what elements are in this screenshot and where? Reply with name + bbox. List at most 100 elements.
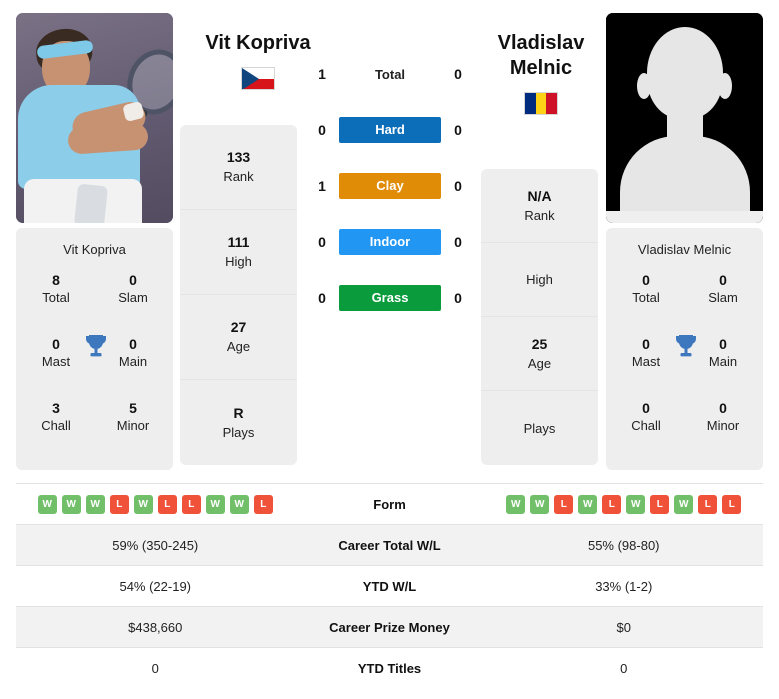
form-badge-loss[interactable]: L — [157, 494, 177, 514]
form-badge-win[interactable]: W — [229, 494, 249, 514]
h2h-row-clay: 1 Clay 0 — [305, 172, 475, 200]
right-slam-value: 0 — [719, 272, 727, 288]
left-high-cell: 111 High — [180, 210, 297, 295]
right-minor-titles: 0 Minor — [687, 399, 759, 435]
right-rank-label: Rank — [524, 207, 555, 223]
right-rank-card: N/A Rank High 25 Age Plays — [481, 169, 598, 465]
left-chall-value: 3 — [52, 400, 60, 416]
left-slam-titles: 0 Slam — [97, 271, 169, 307]
form-badge-loss[interactable]: L — [698, 494, 718, 514]
left-form-strip: WWWLWLLWWL — [16, 494, 295, 514]
h2h-row-grass: 0 Grass 0 — [305, 284, 475, 312]
h2h-label-grass[interactable]: Grass — [339, 285, 441, 311]
right-total-label: Total — [632, 290, 660, 305]
left-ytd-w-l-cell: 54% (22-19) — [16, 565, 295, 607]
right-career-prize-money-cell: $0 — [484, 606, 763, 648]
right-card-player-name: Vladislav Melnic — [637, 242, 732, 257]
h2h-row-hard: 0 Hard 0 — [305, 116, 475, 144]
romania-flag-icon — [524, 92, 558, 115]
h2h-right-score: 0 — [454, 178, 462, 194]
player-arm-right — [67, 122, 149, 155]
right-career-total-w-l-cell: 55% (98-80) — [484, 524, 763, 566]
right-plays-cell: Plays — [481, 391, 598, 465]
h2h-right-score: 0 — [454, 290, 462, 306]
form-badge-win[interactable]: W — [578, 494, 598, 514]
form-badge-loss[interactable]: L — [554, 494, 574, 514]
right-player-name-line1[interactable]: Vladislav — [466, 31, 616, 56]
form-badge-loss[interactable]: L — [109, 494, 129, 514]
head-to-head-column: 1 Total 0 0 Hard 0 1 Clay 0 0 Indoor 0 0 Grass 0 — [305, 60, 475, 312]
flag-stripe-yellow — [535, 93, 547, 114]
right-rank-value: N/A — [527, 187, 552, 204]
left-age-value: 27 — [230, 319, 247, 335]
left-high-label: High — [225, 254, 252, 269]
right-slam-titles: 0 Slam — [687, 271, 759, 307]
form-badge-win[interactable]: W — [530, 494, 550, 514]
left-career-total-w-l-cell: 59% (350-245) — [16, 524, 295, 566]
h2h-right-score: 0 — [454, 234, 462, 250]
stat-label-form: Form — [294, 483, 485, 525]
form-badge-win[interactable]: W — [506, 494, 526, 514]
stat-label-ytd-titles: YTD Titles — [294, 647, 485, 689]
left-titles-grid: 8 Total 0 Slam 0 Mast 0 Main 3 Chall 5 M… — [16, 271, 173, 461]
h2h-left-score: 1 — [318, 66, 326, 82]
form-badge-win[interactable]: W — [626, 494, 646, 514]
left-titles-card: Vit Kopriva 8 Total 0 Slam 0 Mast 0 Main… — [16, 228, 173, 470]
player-stats-table: W W W L W L L W W L Form W W L W L W L W L L 59% (350-245) Car… — [16, 483, 763, 689]
form-badge-loss[interactable]: L — [602, 494, 622, 514]
form-badge-win[interactable]: W — [85, 494, 105, 514]
trophy-icon — [676, 335, 696, 357]
flag-stripe-blue — [525, 93, 536, 114]
form-badge-loss[interactable]: L — [253, 494, 273, 514]
h2h-left-score: 1 — [318, 178, 326, 194]
player-comparison-panel: Vit Kopriva Vladislav Melnic 1 Total 0 0 Har… — [0, 0, 779, 478]
right-form-strip: WWLWLWLWLL — [485, 494, 764, 514]
right-age-cell: 25 Age — [481, 317, 598, 391]
form-badge-win[interactable]: W — [205, 494, 225, 514]
trophy-icon — [86, 335, 106, 357]
form-badge-win[interactable]: W — [37, 494, 57, 514]
right-mast-titles: 0 Mast — [610, 335, 682, 371]
left-slam-label: Slam — [118, 290, 148, 305]
h2h-label-indoor[interactable]: Indoor — [339, 229, 441, 255]
right-form-cell: WWLWLWLWLL — [484, 483, 764, 525]
left-form-cell: WWWLWLLWWL — [16, 483, 295, 525]
h2h-label-hard[interactable]: Hard — [339, 117, 441, 143]
left-plays-label: Plays — [222, 424, 255, 440]
table-row: W W W L W L L W W L Form W W L W L W L W L L — [16, 483, 764, 525]
flag-triangle-blue — [242, 68, 259, 89]
form-badge-win[interactable]: W — [674, 494, 694, 514]
left-career-prize-money-cell: $438,660 — [16, 606, 295, 648]
left-age-label: Age — [226, 339, 251, 354]
form-badge-win[interactable]: W — [61, 494, 81, 514]
right-mast-label: Mast — [631, 354, 661, 369]
left-minor-titles: 5 Minor — [97, 399, 169, 435]
h2h-right-score: 0 — [454, 66, 462, 82]
czech-flag-icon — [241, 67, 275, 90]
form-badge-loss[interactable]: L — [181, 494, 201, 514]
player-shorts-fold — [73, 183, 109, 223]
h2h-row-indoor: 0 Indoor 0 — [305, 228, 475, 256]
form-badge-loss[interactable]: L — [722, 494, 742, 514]
left-player-photo — [16, 13, 173, 223]
right-total-titles: 0 Total — [610, 271, 682, 307]
right-player-header: Vladislav Melnic — [466, 31, 616, 115]
table-row: $438,660 Career Prize Money $0 — [16, 606, 763, 648]
right-titles-card: Vladislav Melnic 0 Total 0 Slam 0 Mast 0… — [606, 228, 763, 470]
stat-label-ytd-w-l: YTD W/L — [294, 565, 485, 607]
left-minor-value: 5 — [129, 400, 137, 416]
left-slam-value: 0 — [129, 272, 137, 288]
right-ytd-w-l-cell: 33% (1-2) — [484, 565, 763, 607]
left-rank-cell: 133 Rank — [180, 125, 297, 210]
stat-label-career-total-w-l: Career Total W/L — [294, 524, 485, 566]
h2h-label-clay[interactable]: Clay — [339, 173, 441, 199]
left-total-titles: 8 Total — [20, 271, 92, 307]
stat-label-career-prize-money: Career Prize Money — [294, 606, 485, 648]
h2h-row-total: 1 Total 0 — [305, 60, 475, 88]
form-badge-loss[interactable]: L — [650, 494, 670, 514]
right-player-name-line2[interactable]: Melnic — [466, 56, 616, 81]
left-player-name[interactable]: Vit Kopriva — [183, 31, 333, 56]
table-row: 0 YTD Titles 0 — [16, 647, 763, 689]
form-badge-win[interactable]: W — [133, 494, 153, 514]
right-ytd-titles-cell: 0 — [484, 647, 763, 689]
